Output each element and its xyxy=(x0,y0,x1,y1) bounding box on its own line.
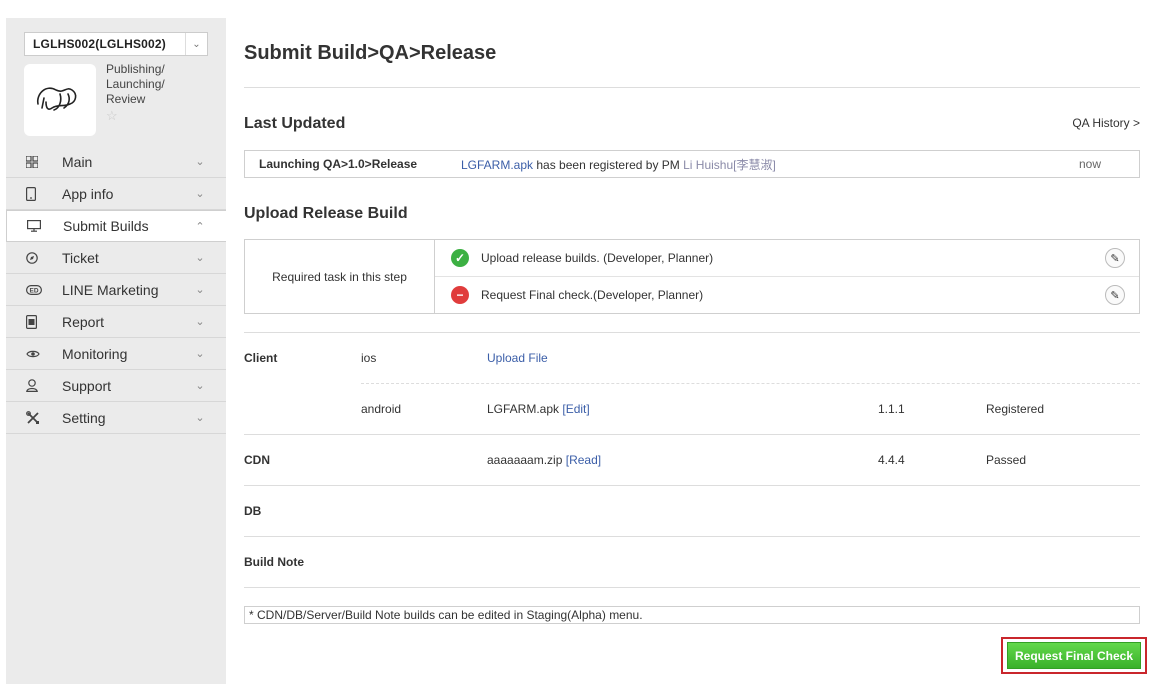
chevron-down-icon[interactable]: ⌄ xyxy=(185,33,207,55)
minus-icon: − xyxy=(451,286,469,304)
client-label: Client xyxy=(244,351,278,365)
divider xyxy=(244,587,1140,588)
build-version: 1.1.1 xyxy=(878,402,905,416)
app-selector[interactable]: LGLHS002(LGLHS002) ⌄ xyxy=(24,32,208,56)
line-icon: ED xyxy=(26,284,54,295)
sidebar-item-label: Main xyxy=(62,153,93,170)
divider xyxy=(244,485,1140,486)
task-row: ✓ Upload release builds. (Developer, Pla… xyxy=(435,240,1139,276)
qa-step-label: Launching QA>1.0>Release xyxy=(259,157,418,171)
cdn-label: CDN xyxy=(244,453,270,467)
page-title: Submit Build>QA>Release xyxy=(244,42,497,64)
sidebar-item-app-info[interactable]: App info ⌄ xyxy=(6,178,226,210)
sidebar-item-label: Setting xyxy=(62,409,106,426)
star-icon[interactable]: ☆ xyxy=(106,108,216,123)
user-icon xyxy=(26,379,54,392)
read-link[interactable]: [Read] xyxy=(566,453,601,467)
sidebar-item-label: Submit Builds xyxy=(63,218,149,234)
upload-release-title: Upload Release Build xyxy=(244,205,408,222)
eye-icon xyxy=(26,349,54,359)
sidebar: LGLHS002(LGLHS002) ⌄ Publishing/ Launchi… xyxy=(6,18,226,684)
sidebar-item-monitoring[interactable]: Monitoring ⌄ xyxy=(6,338,226,370)
divider xyxy=(244,332,1140,333)
grid-icon xyxy=(26,155,54,168)
task-list: ✓ Upload release builds. (Developer, Pla… xyxy=(435,240,1139,313)
last-updated-box: Launching QA>1.0>Release LGFARM.apk has … xyxy=(244,150,1140,178)
build-file: LGFARM.apk [Edit] xyxy=(487,402,590,416)
request-final-check-button[interactable]: Request Final Check xyxy=(1007,642,1141,669)
pencil-icon[interactable]: ✎ xyxy=(1105,285,1125,305)
build-version: 4.4.4 xyxy=(878,453,905,467)
tools-icon xyxy=(26,410,54,425)
divider xyxy=(244,87,1140,88)
chevron-down-icon: ⌄ xyxy=(195,188,205,200)
sidebar-item-label: Monitoring xyxy=(62,345,128,362)
staging-note: * CDN/DB/Server/Build Note builds can be… xyxy=(244,606,1140,624)
sidebar-item-report[interactable]: Report ⌄ xyxy=(6,306,226,338)
chevron-down-icon: ⌄ xyxy=(195,380,205,392)
svg-text:ED: ED xyxy=(29,287,38,294)
app-selector-value: LGLHS002(LGLHS002) xyxy=(33,37,166,51)
platform-label: android xyxy=(361,402,402,416)
pencil-icon[interactable]: ✎ xyxy=(1105,248,1125,268)
app-status-line: Review xyxy=(106,92,146,106)
db-label: DB xyxy=(244,504,262,518)
sidebar-menu: Main ⌄ App info ⌄ Submit Builds ⌃ Ticket… xyxy=(6,146,226,434)
file-name: LGFARM.apk xyxy=(487,402,560,416)
build-status: Passed xyxy=(986,453,1027,467)
message-text: has been registered by PM xyxy=(533,157,684,172)
divider xyxy=(244,536,1140,537)
task-text: Upload release builds. (Developer, Plann… xyxy=(481,251,714,265)
file-link[interactable]: LGFARM.apk xyxy=(461,158,533,172)
build-note-label: Build Note xyxy=(244,555,304,569)
app-status-line: Publishing/ xyxy=(106,62,165,76)
check-icon: ✓ xyxy=(451,249,469,267)
sidebar-item-label: Ticket xyxy=(62,249,99,266)
edit-link[interactable]: [Edit] xyxy=(562,402,589,416)
chevron-down-icon: ⌄ xyxy=(195,316,205,328)
sidebar-item-label: Report xyxy=(62,313,105,330)
last-updated-title: Last Updated xyxy=(244,115,346,132)
app-thumbnail xyxy=(24,64,96,136)
build-status: Registered xyxy=(986,402,1045,416)
required-task-label: Required task in this step xyxy=(245,240,435,313)
chevron-down-icon: ⌄ xyxy=(195,252,205,264)
report-icon xyxy=(26,314,54,329)
sidebar-item-line-marketing[interactable]: ED LINE Marketing ⌄ xyxy=(6,274,226,306)
compass-icon xyxy=(26,251,54,264)
app-status: Publishing/ Launching/ Review ☆ xyxy=(106,62,216,123)
sidebar-item-label: Support xyxy=(62,377,112,394)
chevron-down-icon: ⌄ xyxy=(195,348,205,360)
sidebar-item-ticket[interactable]: Ticket ⌄ xyxy=(6,242,226,274)
sidebar-item-main[interactable]: Main ⌄ xyxy=(6,146,226,178)
file-name: aaaaaaam.zip xyxy=(487,453,563,467)
app-status-line: Launching/ xyxy=(106,77,165,91)
chevron-up-icon: ⌃ xyxy=(195,220,205,233)
sidebar-item-submit-builds[interactable]: Submit Builds ⌃ xyxy=(6,210,226,242)
platform-label: ios xyxy=(361,351,377,365)
divider xyxy=(244,434,1140,435)
app-sketch-icon xyxy=(36,87,77,111)
task-text: Request Final check.(Developer, Planner) xyxy=(481,288,704,302)
task-row: − Request Final check.(Developer, Planne… xyxy=(435,276,1139,313)
update-message: LGFARM.apk has been registered by PM Li … xyxy=(461,156,1079,173)
chevron-down-icon: ⌄ xyxy=(195,412,205,424)
phone-icon xyxy=(26,186,54,201)
pm-name: Li Huishu[李慧淑] xyxy=(683,157,776,172)
update-time: now xyxy=(1079,157,1102,171)
qa-history-link[interactable]: QA History > xyxy=(1072,116,1140,130)
main-content: Submit Build>QA>Release Last Updated QA … xyxy=(244,0,1147,684)
monitor-icon xyxy=(27,220,55,232)
sidebar-item-label: App info xyxy=(62,185,114,202)
sidebar-item-setting[interactable]: Setting ⌄ xyxy=(6,402,226,434)
required-tasks-box: Required task in this step ✓ Upload rele… xyxy=(244,239,1140,314)
chevron-down-icon: ⌄ xyxy=(195,284,205,296)
sidebar-item-label: LINE Marketing xyxy=(62,281,159,298)
divider xyxy=(361,383,1140,384)
upload-file-link[interactable]: Upload File xyxy=(487,351,548,365)
chevron-down-icon: ⌄ xyxy=(195,156,205,168)
sidebar-item-support[interactable]: Support ⌄ xyxy=(6,370,226,402)
final-check-highlight: Request Final Check xyxy=(1001,637,1147,674)
build-file: aaaaaaam.zip [Read] xyxy=(487,453,601,467)
